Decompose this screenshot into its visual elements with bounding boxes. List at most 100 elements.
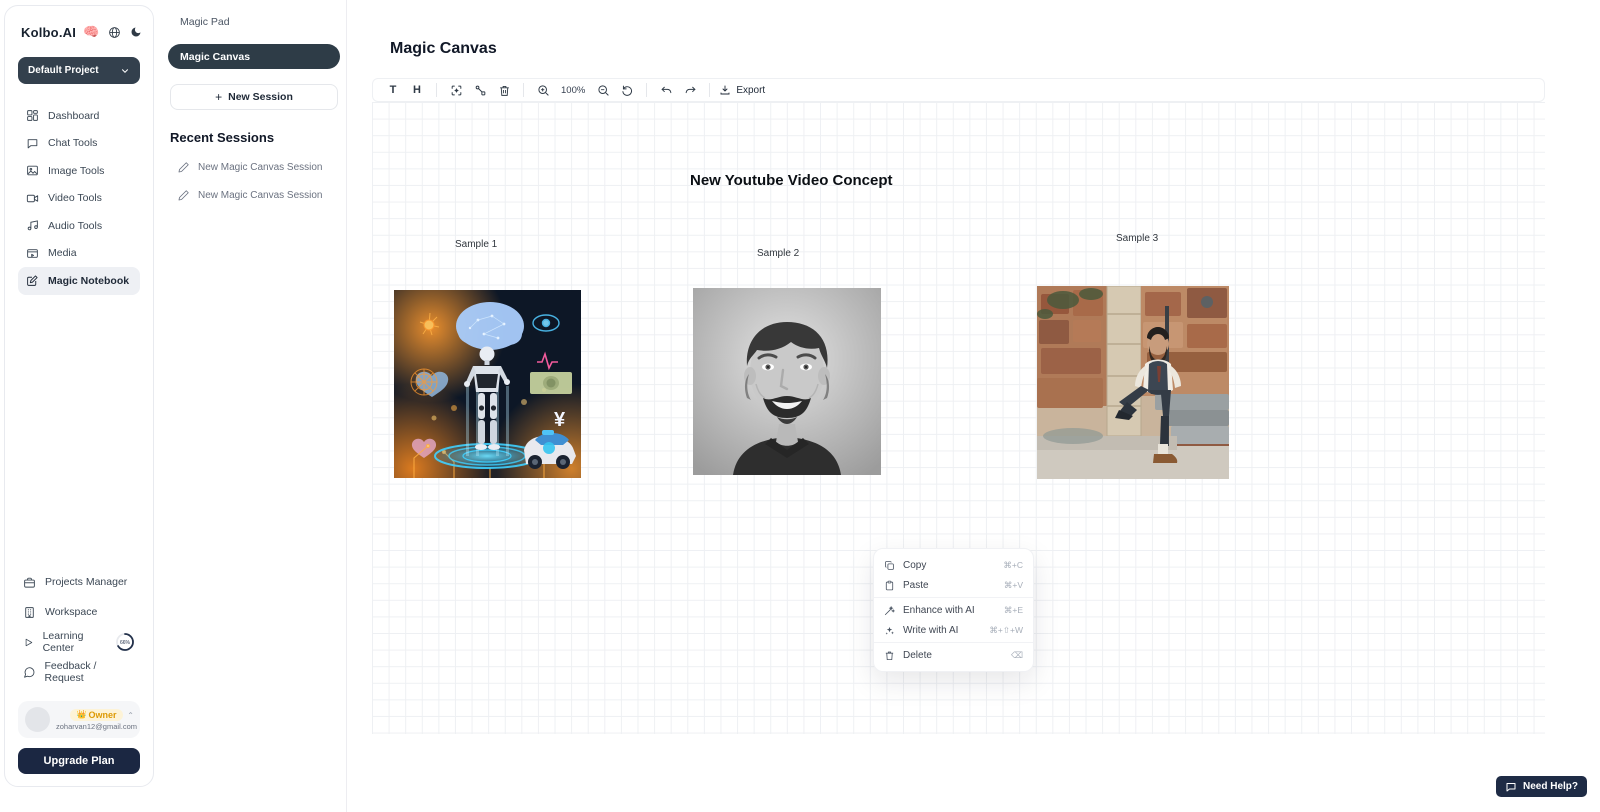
context-menu-group: Delete ⌫ <box>874 642 1033 667</box>
language-globe-icon[interactable] <box>108 26 121 39</box>
brand-logo: Kolbo.AI <box>21 25 76 40</box>
rotate-reset-icon <box>621 84 634 97</box>
redo-button[interactable] <box>680 80 700 100</box>
zoom-in-button[interactable] <box>533 80 553 100</box>
context-menu-label: Copy <box>903 560 926 571</box>
context-menu-item-delete[interactable]: Delete ⌫ <box>874 645 1033 665</box>
pencil-icon <box>178 161 190 173</box>
copy-icon <box>884 560 895 571</box>
session-item-label: New Magic Canvas Session <box>198 162 323 173</box>
session-list-item[interactable]: New Magic Canvas Session <box>170 161 332 173</box>
context-menu-shortcut: ⌘+E <box>1004 605 1023 616</box>
text-tool-button[interactable]: T <box>383 80 403 100</box>
ai-select-button[interactable] <box>446 80 466 100</box>
magic-pad-item[interactable]: Magic Pad <box>170 14 332 28</box>
chat-icon <box>26 137 39 150</box>
sidebar-item-projects-manager[interactable]: Projects Manager <box>18 567 140 597</box>
heading-tool-button[interactable]: H <box>407 80 427 100</box>
briefcase-icon <box>23 576 36 589</box>
sidebar-item-learning-center[interactable]: Learning Center 66% <box>18 627 140 657</box>
trash-icon <box>884 650 895 661</box>
sidebar-item-image-tools[interactable]: Image Tools <box>18 157 140 185</box>
sidebar-item-label: Learning Center <box>43 630 104 654</box>
sidebar-item-media[interactable]: Media <box>18 240 140 268</box>
sidebar-item-label: Chat Tools <box>48 137 97 149</box>
sample-3-label[interactable]: Sample 3 <box>1116 233 1158 244</box>
sidebar-item-video-tools[interactable]: Video Tools <box>18 185 140 213</box>
sidebar-item-feedback[interactable]: Feedback / Request <box>18 657 140 687</box>
context-menu-shortcut: ⌘+⇧+W <box>989 625 1023 636</box>
video-icon <box>26 192 39 205</box>
portrait-illustration <box>693 288 881 475</box>
sidebar-item-label: Workspace <box>45 606 97 618</box>
zoom-level-value[interactable]: 100% <box>557 85 589 96</box>
app-root: Kolbo.AI 🧠 Default Project Dashboard Cha… <box>0 0 1600 812</box>
learning-progress-ring: 66% <box>115 632 135 652</box>
sample-1-label[interactable]: Sample 1 <box>455 239 497 250</box>
sidebar-item-label: Dashboard <box>48 110 99 122</box>
sidebar-item-magic-notebook[interactable]: Magic Notebook <box>18 267 140 295</box>
context-menu-label: Paste <box>903 580 929 591</box>
context-menu-item-write-ai[interactable]: Write with AI ⌘+⇧+W <box>874 620 1033 640</box>
role-badge-label: Owner <box>88 710 116 720</box>
brand-row: Kolbo.AI 🧠 <box>18 24 140 40</box>
session-list-item[interactable]: New Magic Canvas Session <box>170 189 332 201</box>
sample-3-image[interactable] <box>1037 286 1229 479</box>
context-menu-label: Delete <box>903 650 932 661</box>
project-selector[interactable]: Default Project <box>18 57 140 84</box>
need-help-button[interactable]: Need Help? <box>1496 776 1587 797</box>
sidebar-item-label: Audio Tools <box>48 220 102 232</box>
sidebar-item-chat-tools[interactable]: Chat Tools <box>18 130 140 158</box>
undo-button[interactable] <box>656 80 676 100</box>
need-help-label: Need Help? <box>1523 781 1578 792</box>
sample-2-image[interactable] <box>693 288 881 475</box>
sidebar-item-label: Projects Manager <box>45 576 127 588</box>
delete-tool-button[interactable] <box>494 80 514 100</box>
feedback-icon <box>23 666 36 679</box>
sample-1-image[interactable]: ¥ <box>394 290 581 478</box>
sidebar-item-label: Image Tools <box>48 165 104 177</box>
brain-logo-icon: 🧠 <box>83 24 99 40</box>
magic-canvas-item-active[interactable]: Magic Canvas <box>168 44 340 69</box>
context-menu: Copy ⌘+C Paste ⌘+V Enhance with AI ⌘+E <box>873 548 1034 672</box>
canvas-grid[interactable]: New Youtube Video Concept Sample 1 Sampl… <box>372 102 1545 734</box>
sample-2-label[interactable]: Sample 2 <box>757 248 799 259</box>
sidebar-item-audio-tools[interactable]: Audio Tools <box>18 212 140 240</box>
context-menu-item-paste[interactable]: Paste ⌘+V <box>874 575 1033 595</box>
download-icon <box>719 84 731 96</box>
canvas-heading[interactable]: New Youtube Video Concept <box>690 172 893 189</box>
export-button[interactable]: Export <box>719 84 765 96</box>
ai-robot-illustration: ¥ <box>394 290 581 478</box>
toolbar-divider <box>436 83 437 97</box>
zoom-in-icon <box>537 84 550 97</box>
new-session-button[interactable]: + New Session <box>170 84 338 110</box>
upgrade-plan-button[interactable]: Upgrade Plan <box>18 748 140 774</box>
play-icon <box>23 636 34 649</box>
toolbar-divider <box>709 83 710 97</box>
context-menu-label: Write with AI <box>903 625 958 636</box>
dark-mode-moon-icon[interactable] <box>130 26 142 38</box>
building-icon <box>23 606 36 619</box>
sidebar-item-workspace[interactable]: Workspace <box>18 597 140 627</box>
context-menu-group: Enhance with AI ⌘+E Write with AI ⌘+⇧+W <box>874 597 1033 642</box>
user-account-card[interactable]: 👑 Owner zoharvan12@gmail.com ⌃ <box>18 701 140 738</box>
sidebar-item-label: Media <box>48 247 77 259</box>
trash-icon <box>498 84 511 97</box>
sidebar-item-dashboard[interactable]: Dashboard <box>18 102 140 130</box>
context-menu-item-enhance-ai[interactable]: Enhance with AI ⌘+E <box>874 600 1033 620</box>
context-menu-shortcut: ⌘+C <box>1003 560 1023 571</box>
caret-up-icon: ⌃ <box>127 711 134 720</box>
toolbar-divider <box>646 83 647 97</box>
context-menu-shortcut: ⌘+V <box>1004 580 1023 591</box>
sidebar-spacer <box>18 295 140 568</box>
zoom-out-button[interactable] <box>593 80 613 100</box>
dashboard-icon <box>26 109 39 122</box>
project-selector-label: Default Project <box>28 65 99 76</box>
connector-tool-button[interactable] <box>470 80 490 100</box>
zoom-out-icon <box>597 84 610 97</box>
context-menu-item-copy[interactable]: Copy ⌘+C <box>874 555 1033 575</box>
redo-icon <box>684 84 697 97</box>
avatar <box>25 707 50 732</box>
reset-view-button[interactable] <box>617 80 637 100</box>
sidebar-item-label: Video Tools <box>48 192 102 204</box>
